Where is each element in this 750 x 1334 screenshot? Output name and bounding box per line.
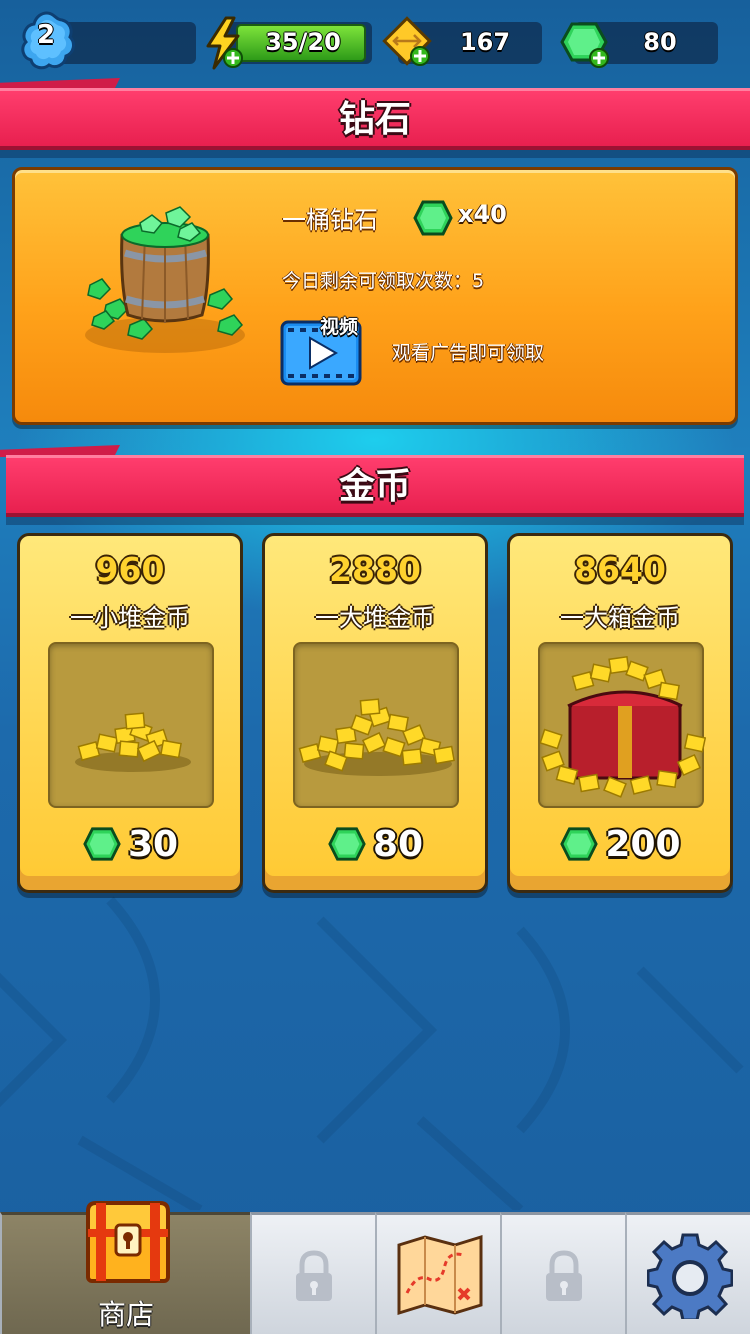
crossbow-watermark — [0, 896, 744, 1210]
tab-locked-2[interactable] — [500, 1212, 625, 1334]
coin-pack-image-well — [293, 642, 459, 808]
bottom-navigation: 商店 — [0, 1201, 750, 1334]
coin-pack-name: 一大箱金币 — [560, 604, 680, 632]
tab-shop[interactable]: 商店 — [0, 1201, 250, 1334]
coin-pack-price: 80 — [265, 820, 485, 868]
coin-pile-large-icon — [298, 698, 455, 776]
coin-pack-amount: 8640 — [574, 550, 666, 589]
gem-icon — [560, 827, 599, 861]
offer-quantity: x40 — [458, 200, 507, 228]
diamond-section-title: 钻石 — [338, 99, 411, 140]
coin-pile-small-icon — [75, 712, 191, 772]
gem-icon — [83, 827, 121, 861]
tab-locked-1[interactable] — [250, 1212, 375, 1334]
banner-shadow — [6, 517, 744, 525]
coin-chest-icon — [539, 655, 707, 798]
video-hint-text: 观看广告即可领取 — [392, 342, 545, 364]
coin-pack-card[interactable]: 960 一小堆金币 30 — [17, 533, 243, 893]
offer-name: 一桶钻石 — [282, 206, 378, 234]
coin-pack-amount: 960 — [95, 550, 165, 589]
video-badge-label: 视频 — [320, 316, 359, 338]
player-level: 2 — [36, 20, 56, 50]
watch-video-button[interactable]: 视频 — [280, 316, 364, 386]
diamond-section-banner: 钻石 — [0, 88, 750, 150]
coin-section-title: 金币 — [338, 466, 411, 507]
banner-shadow — [0, 150, 750, 158]
coin-section-banner: 金币 — [6, 455, 744, 517]
coin-pack-price: 200 — [510, 820, 730, 868]
gem-icon[interactable] — [558, 16, 612, 70]
offer-remaining-count: 今日剩余可领取次数：5 — [282, 270, 485, 292]
gem-currency-value: 80 — [643, 28, 677, 56]
gear-icon — [647, 1233, 733, 1319]
gem-barrel-icon — [85, 206, 245, 353]
gem-icon — [328, 827, 366, 861]
coin-pack-name: 一小堆金币 — [70, 604, 190, 632]
shop-tab-label: 商店 — [97, 1298, 154, 1331]
coin-pack-image-well — [48, 642, 214, 808]
coin-pack-card[interactable]: 2880 一大堆金币 80 — [262, 533, 488, 893]
coin-pack-price-value: 200 — [605, 823, 681, 865]
energy-bolt-icon[interactable] — [202, 16, 246, 70]
coin-pack-image-well — [538, 642, 707, 808]
coin-pack-amount: 2880 — [329, 550, 421, 589]
coin-pack-card[interactable]: 8640 一大箱金币 200 — [507, 533, 733, 893]
arrow-currency-value: 167 — [459, 28, 511, 56]
coin-pack-price: 30 — [20, 820, 240, 868]
lock-icon — [546, 1250, 582, 1301]
coin-pack-name: 一大堆金币 — [315, 604, 435, 632]
tab-map[interactable] — [375, 1212, 500, 1334]
coin-pack-price-value: 80 — [372, 823, 424, 865]
tab-settings[interactable] — [625, 1212, 750, 1334]
treasure-map-icon — [397, 1234, 483, 1316]
resource-bar: 2 35/20 167 80 — [0, 0, 750, 80]
coin-pack-price-value: 30 — [127, 823, 179, 865]
energy-value: 35/20 — [265, 28, 341, 56]
gem-icon — [413, 200, 453, 236]
arrow-token-icon[interactable] — [382, 16, 434, 68]
lock-icon — [296, 1250, 332, 1301]
treasure-chest-icon — [86, 1201, 170, 1283]
